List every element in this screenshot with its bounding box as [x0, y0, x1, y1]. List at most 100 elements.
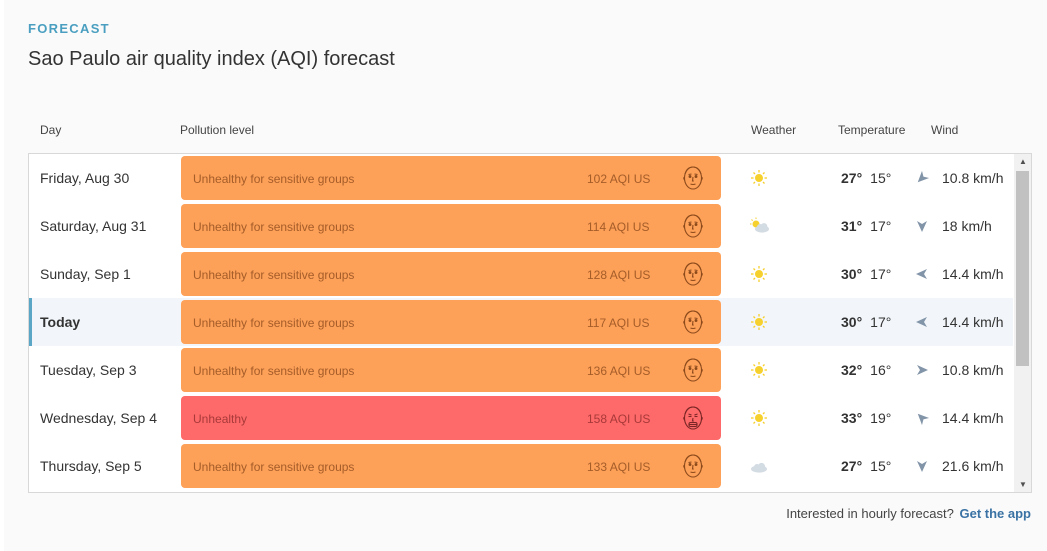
wind-speed: 14.4 km/h: [942, 266, 1004, 282]
forecast-row: Tuesday, Sep 3 Unhealthy for sensitive gr…: [29, 346, 1013, 394]
face-icon: [681, 259, 705, 289]
pollution-level-bar: Unhealthy for sensitive groups 136 AQI US: [181, 348, 721, 392]
aqi-value: 114 AQI US: [587, 220, 650, 234]
temperature-low: 17°: [870, 218, 892, 234]
forecast-row: Thursday, Sep 5 Unhealthy for sensitive g…: [29, 442, 1013, 490]
temperature-high: 33°: [841, 410, 863, 426]
wind-speed: 21.6 km/h: [942, 458, 1004, 474]
sun-icon: [747, 264, 771, 284]
column-header-wind: Wind: [931, 123, 959, 137]
section-eyebrow: FORECAST: [28, 21, 110, 36]
today-indicator: [29, 298, 32, 346]
aqi-value: 102 AQI US: [587, 172, 651, 186]
pollution-level-label: Unhealthy for sensitive groups: [193, 460, 355, 474]
pollution-level-label: Unhealthy for sensitive groups: [193, 172, 355, 186]
row-day: Today: [40, 314, 81, 330]
aqi-value: 133 AQI US: [587, 460, 651, 474]
scrollbar-thumb[interactable]: [1016, 171, 1029, 366]
pollution-level-bar: Unhealthy 158 AQI US: [181, 396, 721, 440]
temperature-high: 32°: [841, 362, 863, 378]
temperature: 33° 19°: [841, 410, 891, 426]
sun-icon: [747, 168, 771, 188]
footer-cta: Interested in hourly forecast? Get the a…: [786, 506, 1031, 521]
scrollbar[interactable]: ▲ ▼: [1014, 154, 1031, 492]
temperature-high: 30°: [841, 266, 863, 282]
footer-prompt: Interested in hourly forecast?: [786, 506, 954, 521]
temperature: 32° 16°: [841, 362, 891, 378]
aqi-value: 136 AQI US: [587, 364, 651, 378]
temperature: 27° 15°: [841, 458, 891, 474]
pollution-level-bar: Unhealthy for sensitive groups 102 AQI US: [181, 156, 721, 200]
partly-cloudy-icon: [747, 216, 771, 236]
row-day: Tuesday, Sep 3: [40, 362, 137, 378]
page-title: Sao Paulo air quality index (AQI) foreca…: [28, 48, 395, 70]
row-day: Saturday, Aug 31: [40, 218, 147, 234]
temperature-high: 27°: [841, 170, 863, 186]
forecast-card: FORECAST Sao Paulo air quality index (AQ…: [4, 0, 1047, 551]
wind-direction-icon: [915, 411, 930, 426]
wind-direction-icon: [915, 363, 929, 377]
wind-speed: 10.8 km/h: [942, 362, 1004, 378]
temperature: 31° 17°: [841, 218, 891, 234]
wind-direction-icon: [915, 170, 930, 185]
pollution-level-label: Unhealthy for sensitive groups: [193, 316, 355, 330]
aqi-value: 158 AQI US: [587, 412, 651, 426]
row-day: Thursday, Sep 5: [40, 458, 142, 474]
column-header-weather: Weather: [751, 123, 797, 137]
face-icon: [681, 307, 705, 337]
temperature-high: 30°: [841, 314, 863, 330]
face-icon: [681, 163, 705, 193]
temperature-high: 31°: [841, 218, 863, 234]
scroll-down-arrow-icon[interactable]: ▼: [1019, 480, 1027, 489]
aqi-value: 128 AQI US: [587, 268, 651, 282]
face-icon: [681, 211, 705, 241]
forecast-row: Sunday, Sep 1 Unhealthy for sensitive gro…: [29, 250, 1013, 298]
face-mask-icon: [681, 403, 705, 433]
get-app-link[interactable]: Get the app: [959, 506, 1031, 521]
pollution-level-label: Unhealthy for sensitive groups: [193, 268, 355, 282]
wind-direction-icon: [915, 459, 929, 473]
pollution-level-bar: Unhealthy for sensitive groups 117 AQI US: [181, 300, 721, 344]
temperature-low: 15°: [870, 170, 892, 186]
column-header-temperature: Temperature: [838, 123, 906, 137]
table-header: Day Pollution level Weather Temperature …: [4, 123, 1047, 139]
temperature-low: 16°: [870, 362, 892, 378]
scroll-up-arrow-icon[interactable]: ▲: [1019, 157, 1027, 166]
row-day: Wednesday, Sep 4: [40, 410, 158, 426]
wind-speed: 14.4 km/h: [942, 410, 1004, 426]
pollution-level-label: Unhealthy: [193, 412, 248, 426]
pollution-level-label: Unhealthy for sensitive groups: [193, 220, 355, 234]
column-header-pollution: Pollution level: [180, 123, 255, 137]
column-header-day: Day: [40, 123, 62, 137]
wind-speed: 18 km/h: [942, 218, 992, 234]
forecast-table[interactable]: Thursday, Sep 5 Unhealthy for sensitive g…: [28, 153, 1032, 493]
wind-direction-icon: [915, 267, 929, 281]
temperature: 30° 17°: [841, 266, 891, 282]
face-icon: [681, 355, 705, 385]
forecast-row: Saturday, Aug 31 Unhealthy for sensitive …: [29, 202, 1013, 250]
temperature: 30° 17°: [841, 314, 891, 330]
wind-direction-icon: [915, 315, 929, 329]
temperature: 27° 15°: [841, 170, 891, 186]
wind-speed: 10.8 km/h: [942, 170, 1004, 186]
temperature-high: 27°: [841, 458, 863, 474]
sun-icon: [747, 360, 771, 380]
temperature-low: 17°: [870, 266, 892, 282]
pollution-level-label: Unhealthy for sensitive groups: [193, 364, 355, 378]
pollution-level-bar: Unhealthy for sensitive groups 114 AQI US: [181, 204, 721, 248]
forecast-row: Today Unhealthy for sensitive groups 117 A…: [29, 298, 1013, 346]
row-day: Friday, Aug 30: [40, 170, 130, 186]
aqi-value: 117 AQI US: [587, 316, 650, 330]
temperature-low: 15°: [870, 458, 892, 474]
face-icon: [681, 451, 705, 481]
forecast-row: Wednesday, Sep 4 Unhealthy 158 AQI US 33° 19…: [29, 394, 1013, 442]
pollution-level-bar: Unhealthy for sensitive groups 133 AQI US: [181, 444, 721, 488]
wind-speed: 14.4 km/h: [942, 314, 1004, 330]
sun-icon: [747, 312, 771, 332]
cloud-icon: [747, 456, 771, 476]
sun-icon: [747, 408, 771, 428]
row-day: Sunday, Sep 1: [40, 266, 131, 282]
forecast-row: Friday, Aug 30 Unhealthy for sensitive gr…: [29, 154, 1013, 202]
wind-direction-icon: [915, 219, 929, 233]
temperature-low: 19°: [870, 410, 892, 426]
